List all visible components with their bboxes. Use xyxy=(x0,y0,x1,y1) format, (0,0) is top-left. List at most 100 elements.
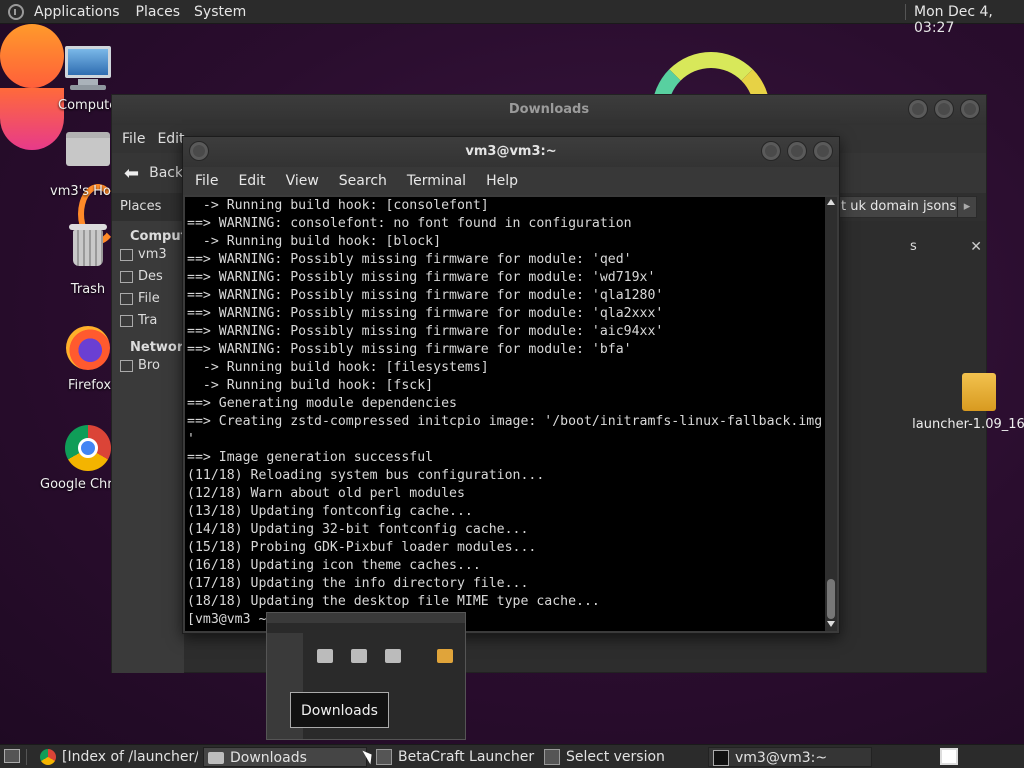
terminal-titlebar[interactable]: vm3@vm3:~ xyxy=(183,137,839,167)
distro-logo-icon[interactable] xyxy=(8,3,24,20)
path-segment-button[interactable]: t uk domain jsons xyxy=(836,196,968,218)
terminal-line: ==> WARNING: Possibly missing firmware f… xyxy=(187,252,632,267)
terminal-icon xyxy=(713,750,729,766)
sidebar-item-browse-network[interactable]: Bro xyxy=(112,355,184,377)
task-button-downloads[interactable]: Downloads xyxy=(203,747,367,767)
home-icon xyxy=(120,249,133,261)
jar-file-icon xyxy=(962,373,996,411)
window-title: Downloads xyxy=(508,102,590,117)
sidebar-item-filesystem[interactable]: File xyxy=(112,288,184,310)
workspace-switcher[interactable] xyxy=(940,748,958,765)
menu-edit[interactable]: Edit xyxy=(238,173,265,189)
terminal-line: ==> WARNING: Possibly missing firmware f… xyxy=(187,342,632,357)
scroll-up-icon[interactable] xyxy=(827,199,835,205)
firefox-icon xyxy=(64,326,112,374)
menu-places[interactable]: Places xyxy=(136,4,181,20)
terminal-line: (15/18) Probing GDK-Pixbuf loader module… xyxy=(187,540,537,555)
terminal-line: (17/18) Updating the info directory file… xyxy=(187,576,529,591)
terminal-line: -> Running build hook: [filesystems] xyxy=(187,360,489,375)
terminal-line: ==> WARNING: Possibly missing firmware f… xyxy=(187,306,664,321)
sidebar-heading-network: Network xyxy=(130,340,192,355)
sidebar-item-label: vm3 xyxy=(138,247,167,262)
bottom-taskbar: [Index of /launcher/... Downloads BetaCr… xyxy=(0,744,1024,768)
menu-search[interactable]: Search xyxy=(339,173,387,189)
desktop-icon xyxy=(120,271,133,283)
trash-icon xyxy=(120,315,133,327)
task-label: Select version xyxy=(566,749,665,765)
window-menu-button[interactable] xyxy=(189,141,209,161)
file-manager-titlebar[interactable]: Downloads xyxy=(112,95,986,125)
home-folder-icon xyxy=(64,132,112,180)
terminal-window[interactable]: vm3@vm3:~ File Edit View Search Terminal… xyxy=(182,136,840,634)
scroll-down-icon[interactable] xyxy=(827,621,835,627)
places-dropdown[interactable]: Places xyxy=(120,199,161,214)
sidebar-item-desktop[interactable]: Des xyxy=(112,266,184,288)
terminal-line: ==> WARNING: Possibly missing firmware f… xyxy=(187,324,664,339)
panel-clock[interactable]: Mon Dec 4, 03:27 xyxy=(914,4,1024,36)
sidebar-heading-computer: Compute xyxy=(130,229,196,244)
terminal-line: -> Running build hook: [consolefont] xyxy=(187,198,489,213)
task-label: Downloads xyxy=(230,750,307,766)
taskbar-separator xyxy=(26,749,27,765)
task-button-select-version[interactable]: Select version xyxy=(540,747,704,767)
menu-file[interactable]: File xyxy=(122,131,145,147)
preview-file-icon xyxy=(317,649,333,663)
maximize-button[interactable] xyxy=(787,141,807,161)
preview-file-icon xyxy=(385,649,401,663)
terminal-line: ==> Generating module dependencies xyxy=(187,396,457,411)
terminal-line: ' xyxy=(187,432,195,447)
task-button-betacraft[interactable]: BetaCraft Launcher ... xyxy=(372,747,536,767)
menu-applications[interactable]: Applications xyxy=(34,4,120,20)
task-button-chrome[interactable]: [Index of /launcher/... xyxy=(36,747,198,767)
menu-help[interactable]: Help xyxy=(486,173,518,189)
terminal-line: (16/18) Updating icon theme caches... xyxy=(187,558,481,573)
network-icon xyxy=(120,360,133,372)
close-tab-icon[interactable]: ✕ xyxy=(970,239,982,255)
terminal-scrollbar[interactable] xyxy=(825,197,837,631)
menu-file[interactable]: File xyxy=(195,173,218,189)
minimize-button[interactable] xyxy=(908,99,928,119)
top-panel: Applications Places System Mon Dec 4, 03… xyxy=(0,0,1024,36)
terminal-line: (12/18) Warn about old perl modules xyxy=(187,486,465,501)
terminal-line: ==> Creating zstd-compressed initcpio im… xyxy=(187,414,823,429)
back-arrow-icon[interactable]: ⬅ xyxy=(124,163,139,184)
terminal-menubar: File Edit View Search Terminal Help xyxy=(183,167,839,195)
close-button[interactable] xyxy=(960,99,980,119)
back-button[interactable]: Back xyxy=(149,165,183,181)
sidebar-item-label: Bro xyxy=(138,358,160,373)
path-forward-icon[interactable]: ▸ xyxy=(957,196,977,218)
close-button[interactable] xyxy=(813,141,833,161)
menu-edit[interactable]: Edit xyxy=(157,131,184,147)
maximize-button[interactable] xyxy=(934,99,954,119)
drive-icon xyxy=(120,293,133,305)
terminal-line: (18/18) Updating the desktop file MIME t… xyxy=(187,594,600,609)
file-item[interactable]: launcher-1.09_16.jar xyxy=(904,373,1024,432)
menu-system[interactable]: System xyxy=(194,4,246,20)
tab-label[interactable]: s xyxy=(910,239,917,254)
terminal-line: -> Running build hook: [block] xyxy=(187,234,442,249)
terminal-output[interactable]: -> Running build hook: [consolefont] ==> … xyxy=(185,197,825,631)
java-icon xyxy=(376,749,392,765)
chrome-icon xyxy=(40,749,56,765)
chrome-icon xyxy=(64,425,112,473)
task-label: [Index of /launcher/... xyxy=(62,749,198,765)
computer-icon xyxy=(64,46,112,94)
scroll-thumb[interactable] xyxy=(827,579,835,619)
sidebar-item-trash[interactable]: Tra xyxy=(112,310,184,332)
panel-separator xyxy=(905,4,906,20)
terminal-line: ==> WARNING: Possibly missing firmware f… xyxy=(187,270,656,285)
show-desktop-icon[interactable] xyxy=(4,749,20,763)
terminal-line: ==> Image generation successful xyxy=(187,450,434,465)
preview-titlebar xyxy=(267,613,465,623)
minimize-button[interactable] xyxy=(761,141,781,161)
places-sidebar: Compute vm3 Des File Tra Network Bro xyxy=(112,221,196,673)
terminal-line: (13/18) Updating fontconfig cache... xyxy=(187,504,473,519)
preview-file-icon xyxy=(437,649,453,663)
menu-view[interactable]: View xyxy=(286,173,319,189)
task-button-terminal[interactable]: vm3@vm3:~ xyxy=(708,747,872,767)
preview-file-icon xyxy=(351,649,367,663)
sidebar-item-home[interactable]: vm3 xyxy=(112,244,184,266)
terminal-line: (11/18) Reloading system bus configurati… xyxy=(187,468,545,483)
menu-terminal[interactable]: Terminal xyxy=(407,173,466,189)
terminal-line: ==> WARNING: consolefont: no font found … xyxy=(187,216,632,231)
